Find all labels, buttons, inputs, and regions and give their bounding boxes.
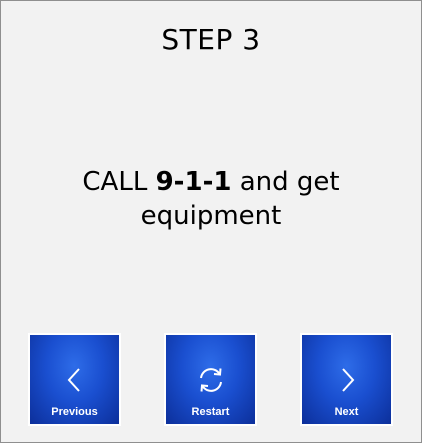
chevron-right-icon [302,365,391,395]
next-button[interactable]: Next [300,333,393,426]
emergency-number: 9-1-1 [155,167,232,197]
refresh-icon [166,365,255,395]
next-button-label: Next [334,406,359,418]
instruction-text-before: CALL [82,167,156,197]
step-title: STEP 3 [161,23,261,56]
restart-button-label: Restart [191,406,230,418]
previous-button-label: Previous [51,406,98,418]
restart-button[interactable]: Restart [164,333,257,426]
chevron-left-icon [30,365,119,395]
step-instruction: CALL 9-1-1 and get equipment [61,165,361,233]
previous-button[interactable]: Previous [28,333,121,426]
